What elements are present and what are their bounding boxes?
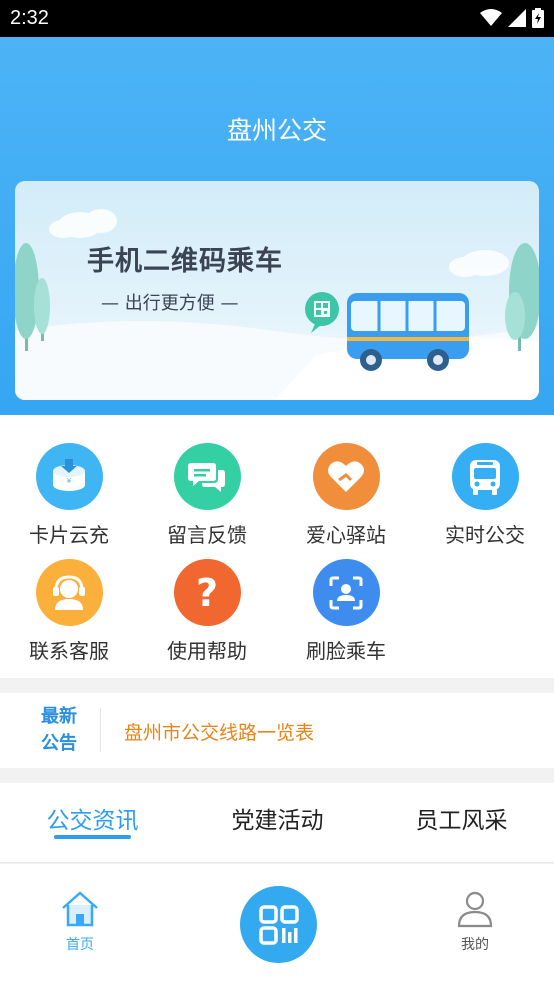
- tab-party-activities[interactable]: 党建活动: [185, 801, 370, 835]
- qr-scan-button[interactable]: [240, 886, 317, 963]
- grid-label-realtime-bus: 实时公交: [445, 523, 525, 547]
- card-recharge-icon: ¥: [35, 443, 103, 510]
- banner-illustration: [15, 209, 539, 400]
- grid-label-message-feedback: 留言反馈: [167, 523, 247, 547]
- svg-text:?: ?: [196, 573, 218, 613]
- announcement-tag: 最新 公告: [38, 703, 80, 757]
- bus-icon: [451, 443, 519, 510]
- tab-bus-news[interactable]: 公交资讯: [0, 801, 185, 835]
- status-time: 2:32: [10, 7, 49, 29]
- grid-item-love-station[interactable]: 爱心驿站: [277, 443, 415, 548]
- grid-item-help[interactable]: ? 使用帮助: [138, 559, 276, 664]
- svg-text:¥: ¥: [67, 477, 72, 485]
- grid-label-help: 使用帮助: [167, 639, 247, 663]
- user-icon: [457, 891, 493, 928]
- app-title: 盘州公交: [226, 116, 327, 145]
- grid-label-card-recharge: 卡片云充: [29, 523, 109, 547]
- message-feedback-icon: [173, 443, 241, 510]
- heart-icon: [312, 443, 380, 510]
- announcement-link[interactable]: 盘州市公交线路一览表: [124, 718, 314, 745]
- qr-code-icon: [258, 904, 299, 945]
- help-icon: ?: [173, 559, 241, 626]
- bottom-nav: 首页 我的: [0, 864, 554, 984]
- nav-mine-label: 我的: [461, 937, 489, 953]
- home-icon: [62, 891, 98, 927]
- wifi-icon: [480, 9, 502, 26]
- announcement-tag-line1: 最新: [41, 706, 77, 727]
- announcement-bar[interactable]: 最新 公告 盘州市公交线路一览表: [0, 693, 554, 768]
- banner-subtitle: — 出行更方便 —: [101, 293, 239, 314]
- signal-icon: [508, 9, 526, 27]
- nav-home-label: 首页: [66, 937, 94, 953]
- grid-item-message-feedback[interactable]: 留言反馈: [138, 443, 276, 548]
- active-tab-indicator: [54, 835, 131, 839]
- face-scan-icon: [312, 559, 380, 626]
- grid-label-love-station: 爱心驿站: [306, 523, 386, 547]
- grid-item-customer-service[interactable]: 联系客服: [0, 559, 138, 664]
- grid-item-realtime-bus[interactable]: 实时公交: [416, 443, 554, 548]
- function-grid: ¥ 卡片云充 留言反馈 爱心驿站 实时公交 联系客服 ? 使用帮助 刷脸乘车: [0, 415, 554, 678]
- announcement-tag-line2: 公告: [41, 733, 77, 754]
- news-tabs: 公交资讯 党建活动 员工风采: [0, 783, 554, 863]
- battery-icon: [532, 8, 544, 28]
- grid-label-customer-service: 联系客服: [29, 639, 109, 663]
- header: 盘州公交 手机二维码乘车 — 出行更方便 —: [0, 37, 554, 415]
- grid-item-face-scan[interactable]: 刷脸乘车: [277, 559, 415, 664]
- grid-label-face-scan: 刷脸乘车: [306, 639, 386, 663]
- customer-service-icon: [35, 559, 103, 626]
- announcement-divider: [100, 708, 101, 752]
- status-bar: 2:32: [0, 0, 554, 37]
- grid-item-card-recharge[interactable]: ¥ 卡片云充: [0, 443, 138, 548]
- banner-title: 手机二维码乘车: [87, 246, 283, 277]
- nav-home[interactable]: 首页: [40, 890, 120, 954]
- nav-mine[interactable]: 我的: [435, 890, 515, 954]
- status-icons: [480, 8, 544, 28]
- tab-staff-showcase[interactable]: 员工风采: [369, 801, 554, 835]
- qr-ride-banner[interactable]: 手机二维码乘车 — 出行更方便 —: [15, 181, 539, 400]
